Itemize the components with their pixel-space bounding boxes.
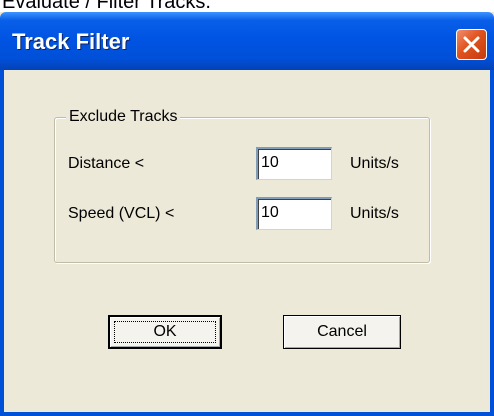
speed-vcl-unit: Units/s <box>350 205 399 222</box>
window-frame-right <box>490 70 494 416</box>
track-filter-dialog: Track Filter Exclude Tracks Distance < 1… <box>0 12 494 416</box>
distance-unit: Units/s <box>350 155 399 172</box>
close-x-icon <box>463 36 480 53</box>
window-frame-bottom <box>0 412 494 416</box>
background-caption: Evaluate / Filter Tracks. <box>0 0 494 12</box>
ok-button[interactable]: OK <box>108 315 222 349</box>
speed-vcl-label: Speed (VCL) < <box>68 205 175 222</box>
ok-button-label: OK <box>153 323 177 340</box>
cancel-button[interactable]: Cancel <box>283 315 401 349</box>
distance-label: Distance < <box>68 155 145 172</box>
close-button[interactable] <box>456 29 487 60</box>
distance-input[interactable]: 10 <box>256 147 332 180</box>
window-frame-left <box>0 70 4 416</box>
exclude-tracks-legend: Exclude Tracks <box>66 108 181 126</box>
dialog-title: Track Filter <box>12 29 130 54</box>
exclude-tracks-group <box>54 117 430 263</box>
title-bar[interactable]: Track Filter <box>0 12 494 70</box>
speed-vcl-input[interactable]: 10 <box>256 197 332 230</box>
background-caption-text: Evaluate / Filter Tracks. <box>2 0 211 12</box>
cancel-button-label: Cancel <box>317 323 367 340</box>
